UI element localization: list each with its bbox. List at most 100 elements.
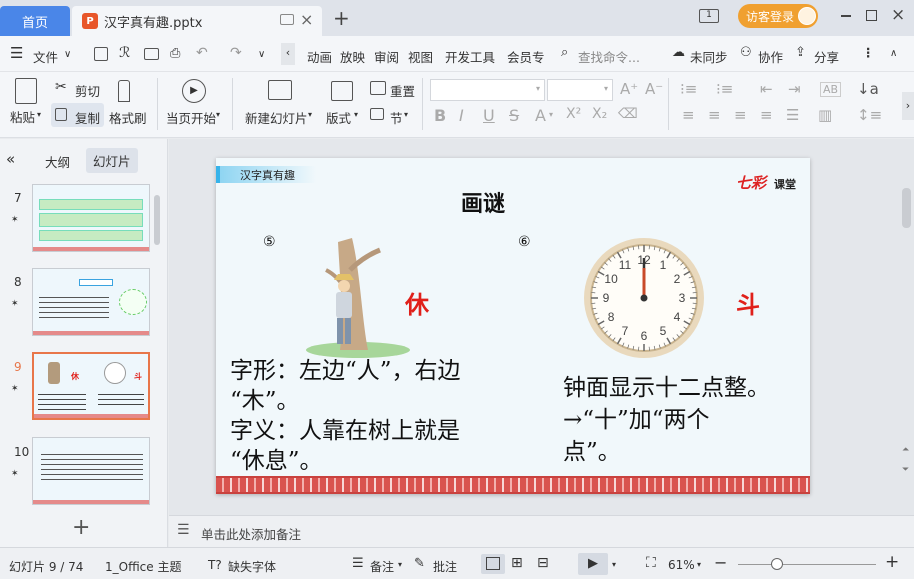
play-slideshow-icon[interactable]: ▶ xyxy=(578,553,608,575)
add-slide-icon[interactable]: + xyxy=(72,515,90,540)
window-icon[interactable] xyxy=(280,14,294,25)
slide-thumbnail-10[interactable] xyxy=(32,437,150,505)
copy-button[interactable]: 复制 xyxy=(75,108,100,127)
export-icon[interactable]: ℛ xyxy=(119,45,130,61)
print-preview-icon[interactable]: ⎙ xyxy=(170,46,180,61)
underline-icon[interactable]: U xyxy=(483,106,495,125)
chevron-down-icon[interactable]: ∨ xyxy=(64,49,71,60)
clear-format-icon[interactable]: ⌫ xyxy=(618,106,638,122)
zoom-in-icon[interactable]: + xyxy=(885,552,899,572)
increase-font-icon[interactable]: A⁺ xyxy=(620,80,638,98)
slide-thumbnail-8[interactable] xyxy=(32,268,150,336)
font-color-icon[interactable]: A xyxy=(535,106,546,125)
new-tab-icon[interactable]: + xyxy=(333,6,350,30)
subscript-icon[interactable]: X₂ xyxy=(592,106,607,122)
tab-outline[interactable]: 大纲 xyxy=(45,152,70,171)
align-left-icon[interactable]: ≡ xyxy=(682,106,695,124)
menu-item-review[interactable]: 审阅 xyxy=(374,47,399,66)
new-slide-button[interactable]: 新建幻灯片 xyxy=(245,108,308,127)
zoom-slider-handle[interactable] xyxy=(771,558,783,570)
close-tab-icon[interactable]: × xyxy=(300,10,313,29)
columns-icon[interactable]: ▥ xyxy=(818,106,832,124)
slideshow-dropdown-icon[interactable]: ▾ xyxy=(612,560,616,569)
minimize-icon[interactable] xyxy=(841,15,851,17)
undo-icon[interactable]: ↶ xyxy=(196,45,208,61)
comments-toggle[interactable]: 批注 xyxy=(433,558,457,575)
slide-canvas[interactable]: 汉字真有趣 七彩 课堂 画谜 ⑤ ⑥ 休 121234567891011 斗 字… xyxy=(216,158,810,494)
next-slide-icon[interactable]: ⏷ xyxy=(902,465,909,475)
layout-button[interactable]: 版式 xyxy=(326,108,351,127)
guest-login-button[interactable]: 访客登录 xyxy=(738,4,818,28)
zoom-level[interactable]: 61% xyxy=(668,558,695,572)
fit-window-icon[interactable]: ⛶ xyxy=(646,555,656,571)
decrease-indent-icon[interactable]: ⇤ xyxy=(760,80,773,98)
slide-thumbnail-9[interactable]: 休 斗 xyxy=(32,352,150,420)
tab-slides[interactable]: 幻灯片 xyxy=(86,148,138,173)
paste-button[interactable]: 粘贴 xyxy=(10,107,35,126)
reading-view-icon[interactable]: ⊟ xyxy=(537,555,549,571)
maximize-icon[interactable] xyxy=(866,10,877,21)
italic-icon[interactable]: I xyxy=(459,106,464,125)
redo-icon[interactable]: ↷ xyxy=(230,45,242,61)
collapse-panel-icon[interactable]: « xyxy=(6,150,15,168)
superscript-icon[interactable]: X² xyxy=(566,106,581,122)
justify-icon[interactable]: ≡ xyxy=(760,106,773,124)
notes-dropdown-icon[interactable]: ▾ xyxy=(398,560,402,569)
font-family-select[interactable] xyxy=(430,79,545,101)
editor-scrollbar[interactable] xyxy=(902,188,911,228)
numbered-list-icon[interactable]: ⁝≡ xyxy=(716,80,733,98)
new-slide-dropdown-icon[interactable]: ▾ xyxy=(308,110,312,119)
page-indicator-icon[interactable]: 1 xyxy=(699,9,719,23)
font-color-dropdown-icon[interactable]: ▾ xyxy=(549,110,553,119)
command-search-input[interactable]: 查找命令... xyxy=(578,47,640,66)
font-family-dropdown-icon[interactable]: ▾ xyxy=(536,84,540,93)
paste-icon[interactable] xyxy=(15,78,37,104)
scroll-left-icon[interactable]: ‹ xyxy=(281,43,295,65)
bullet-list-icon[interactable]: ⁝≡ xyxy=(680,80,697,98)
notes-pane[interactable]: ☰ 单击此处添加备注 xyxy=(169,515,914,547)
more-chevron-icon[interactable]: ∨ xyxy=(258,49,265,60)
layout-dropdown-icon[interactable]: ▾ xyxy=(354,110,358,119)
notes-toggle[interactable]: 备注 xyxy=(370,558,394,575)
collapse-ribbon-icon[interactable]: ∧ xyxy=(890,48,897,59)
share-button[interactable]: 分享 xyxy=(814,47,839,66)
collab-button[interactable]: 协作 xyxy=(758,47,783,66)
section-dropdown-icon[interactable]: ▾ xyxy=(404,110,408,119)
menu-item-devtools[interactable]: 开发工具 xyxy=(445,47,495,66)
slide-sorter-icon[interactable]: ⊞ xyxy=(511,555,523,571)
sync-status[interactable]: 未同步 xyxy=(690,47,728,66)
line-spacing-icon[interactable]: ↕≡ xyxy=(857,106,882,124)
zoom-dropdown-icon[interactable]: ▾ xyxy=(697,560,701,569)
paste-dropdown-icon[interactable]: ▾ xyxy=(37,110,41,119)
reset-button[interactable]: 重置 xyxy=(390,81,415,100)
strikethrough-icon[interactable]: S xyxy=(509,106,519,125)
missing-font-button[interactable]: 缺失字体 xyxy=(228,558,276,575)
cut-button[interactable]: 剪切 xyxy=(75,81,100,100)
increase-indent-icon[interactable]: ⇥ xyxy=(788,80,801,98)
menu-item-slideshow[interactable]: 放映 xyxy=(340,47,365,66)
slide-thumbnail-7[interactable] xyxy=(32,184,150,252)
prev-slide-icon[interactable]: ⏶ xyxy=(902,445,909,455)
document-tab[interactable]: P 汉字真有趣.pptx × xyxy=(72,6,322,36)
zoom-out-icon[interactable]: − xyxy=(714,553,727,572)
text-box-icon[interactable]: AB xyxy=(820,82,842,97)
ribbon-scroll-right-icon[interactable]: › xyxy=(902,92,914,120)
menu-item-view[interactable]: 视图 xyxy=(408,47,433,66)
distribute-icon[interactable]: ☰ xyxy=(786,106,799,124)
menu-item-animation[interactable]: 动画 xyxy=(307,47,332,66)
hamburger-icon[interactable]: ☰ xyxy=(10,44,23,62)
notes-placeholder[interactable]: 单击此处添加备注 xyxy=(201,524,301,543)
play-dropdown-icon[interactable]: ▾ xyxy=(216,110,220,119)
home-tab[interactable]: 首页 xyxy=(0,6,70,36)
bold-icon[interactable]: B xyxy=(434,106,446,125)
more-options-icon[interactable]: ⋮ xyxy=(862,45,875,60)
play-from-current-button[interactable]: 当页开始 xyxy=(166,108,216,127)
print-icon[interactable] xyxy=(144,48,159,60)
section-button[interactable]: 节 xyxy=(390,108,403,127)
close-window-icon[interactable]: × xyxy=(891,5,905,25)
file-menu[interactable]: 文件 xyxy=(33,47,58,66)
decrease-font-icon[interactable]: A⁻ xyxy=(645,80,663,98)
panel-scrollbar[interactable] xyxy=(154,195,160,245)
save-icon[interactable] xyxy=(94,47,108,61)
font-size-dropdown-icon[interactable]: ▾ xyxy=(604,84,608,93)
